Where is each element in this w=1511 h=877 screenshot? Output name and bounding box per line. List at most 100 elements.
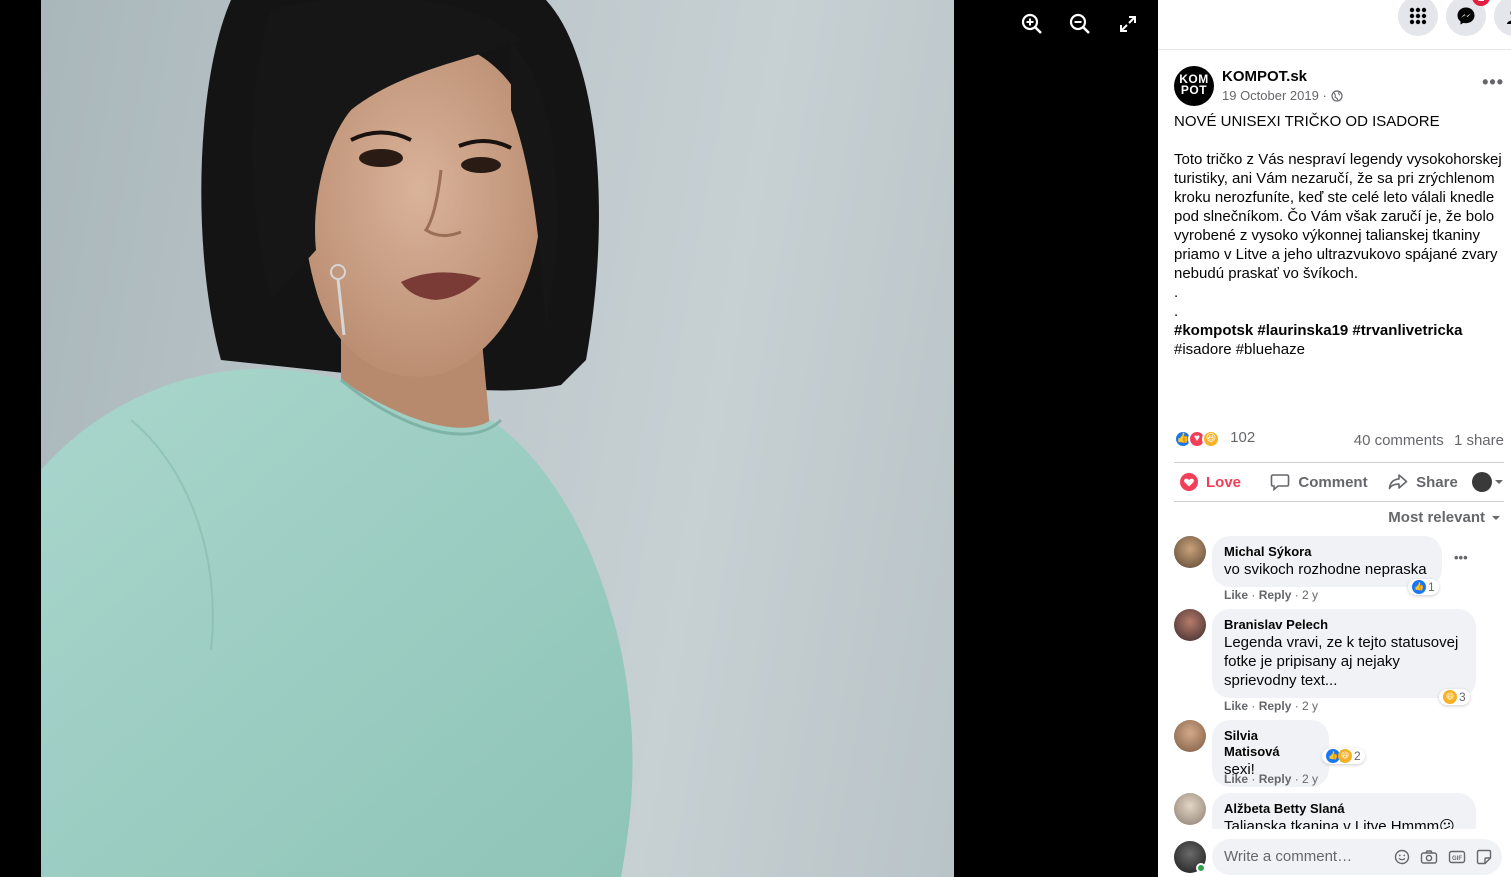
comment-time[interactable]: 2 y (1302, 588, 1318, 602)
comment-input[interactable]: Write a comment… GIF (1212, 839, 1502, 875)
comment-bubble: Alžbeta Betty Slaná Talianska tkanina v … (1212, 793, 1476, 829)
commenter-avatar[interactable] (1174, 609, 1206, 641)
reaction-icons[interactable]: 👍 ♥ 😆 (1174, 430, 1220, 448)
comment-item: Alžbeta Betty Slaná Talianska tkanina v … (1174, 793, 1504, 829)
zoom-out-button[interactable] (1066, 10, 1094, 38)
zoom-in-icon (1021, 13, 1042, 34)
comment-reaction-count: 3 (1459, 690, 1466, 704)
post-action-bar: Love Comment Share (1174, 462, 1504, 502)
comment-reaction-count: 1 (1428, 580, 1435, 594)
page-name[interactable]: KOMPOT.sk (1222, 68, 1307, 85)
zoom-out-icon (1069, 13, 1090, 34)
post-dot: . (1174, 284, 1179, 301)
comment-composer: Write a comment… GIF (1158, 829, 1511, 877)
comment-options-icon[interactable]: ••• (1454, 550, 1468, 565)
commenter-avatar[interactable] (1174, 536, 1206, 568)
heart-icon (1180, 473, 1198, 491)
comment-author[interactable]: Alžbeta Betty Slaná (1224, 801, 1464, 817)
online-status-icon (1196, 863, 1206, 873)
emoji-icon[interactable] (1394, 849, 1410, 865)
share-icon (1388, 474, 1408, 490)
comment-text: Talianska tkanina v Litve Hmmm😕 (1224, 818, 1455, 829)
composer-tools: GIF (1394, 839, 1492, 875)
commenter-avatar[interactable] (1174, 793, 1206, 825)
post-side-panel: 1 KOMPOT KOMPOT.sk 19 October 2019 · •••… (1158, 0, 1511, 877)
comment-author[interactable]: Silvia Matisová (1224, 728, 1317, 760)
comment-sort-dropdown[interactable]: Most relevant (1388, 509, 1501, 526)
post-text: NOVÉ UNISEXI TRIČKO OD ISADORE Toto tričk… (1174, 112, 1504, 359)
comment-author[interactable]: Branislav Pelech (1224, 617, 1464, 633)
comment-bubble: Branislav Pelech Legenda vravi, ze k tej… (1212, 609, 1476, 698)
comment-author[interactable]: Michal Sýkora (1224, 544, 1430, 560)
user-avatar (1472, 472, 1492, 492)
comment-like-link[interactable]: Like (1224, 699, 1248, 713)
reaction-count[interactable]: 102 (1230, 429, 1255, 446)
comment-bubble: Michal Sýkora vo svikoch rozhodne nepras… (1212, 536, 1442, 587)
chevron-down-icon (1492, 515, 1500, 520)
engagement-counts: 40 comments 1 share (1354, 432, 1504, 449)
post-header: KOM POT KOMPOT.sk 19 October 2019 · ••• (1174, 66, 1504, 110)
reactions-summary: 👍 ♥ 😆 102 40 comments 1 share (1174, 428, 1504, 452)
comment-label: Comment (1298, 473, 1368, 491)
messenger-icon (1457, 7, 1475, 25)
more-options-icon[interactable]: ••• (1482, 72, 1504, 93)
comment-button[interactable]: Comment (1260, 473, 1378, 491)
post-date: 19 October 2019 · (1222, 88, 1343, 103)
comment-item: Silvia Matisová sexi! 👍 😆 2 Like · Reply… (1174, 720, 1504, 790)
svg-text:GIF: GIF (1452, 856, 1462, 862)
comment-like-link[interactable]: Like (1224, 772, 1248, 786)
top-bar: 1 (1158, 0, 1511, 50)
post-hashtags[interactable]: #isadore #bluehaze (1174, 340, 1504, 359)
commenter-avatar[interactable] (1174, 720, 1206, 752)
gif-icon[interactable]: GIF (1448, 849, 1466, 865)
comment-item: Michal Sýkora vo svikoch rozhodne nepras… (1174, 536, 1504, 606)
post-date-text[interactable]: 19 October 2019 · (1222, 88, 1327, 103)
love-label: Love (1206, 473, 1242, 491)
comment-reactions[interactable]: 👍 😆 2 (1322, 748, 1365, 764)
share-label: Share (1416, 473, 1458, 491)
comment-reaction-count: 2 (1354, 749, 1361, 763)
messenger-button[interactable]: 1 (1446, 0, 1490, 36)
post-hashtags-bold[interactable]: #kompotsk #laurinska19 #trvanlivetricka (1174, 321, 1504, 340)
sort-label: Most relevant (1388, 509, 1485, 526)
comments-count[interactable]: 40 comments (1354, 432, 1444, 449)
account-button[interactable] (1494, 0, 1511, 36)
photo-viewer (0, 0, 1158, 877)
expand-icon (1120, 16, 1136, 32)
sticker-icon[interactable] (1476, 849, 1492, 865)
comment-icon (1271, 474, 1290, 491)
post-photo[interactable] (41, 0, 954, 877)
comment-meta: Like · Reply · 2 y (1224, 772, 1319, 786)
menu-grid-icon (1409, 7, 1427, 25)
camera-icon[interactable] (1420, 849, 1438, 865)
comment-time[interactable]: 2 y (1302, 772, 1318, 786)
like-reaction-icon: 👍 (1412, 580, 1426, 594)
page-avatar[interactable]: KOM POT (1174, 66, 1214, 106)
comment-reactions[interactable]: 😆 3 (1439, 689, 1470, 705)
post-dot: . (1174, 303, 1179, 320)
share-button[interactable]: Share (1378, 473, 1468, 491)
comment-reply-link[interactable]: Reply (1259, 588, 1292, 602)
comment-input-placeholder: Write a comment… (1224, 848, 1353, 865)
fullscreen-button[interactable] (1114, 10, 1142, 38)
comment-time[interactable]: 2 y (1302, 699, 1318, 713)
account-icon (1507, 11, 1511, 24)
comment-item: Branislav Pelech Legenda vravi, ze k tej… (1174, 609, 1504, 719)
comment-text: vo svikoch rozhodne nepraska (1224, 561, 1427, 578)
shares-count[interactable]: 1 share (1454, 432, 1504, 449)
haha-reaction-icon: 😆 (1338, 749, 1352, 763)
comment-meta: Like · Reply · 2 y (1224, 588, 1319, 602)
comment-reactions[interactable]: 👍 1 (1408, 579, 1439, 595)
haha-reaction-icon: 😆 (1443, 690, 1457, 704)
reaction-identity-selector[interactable] (1472, 472, 1504, 492)
comment-reply-link[interactable]: Reply (1259, 772, 1292, 786)
comment-reply-link[interactable]: Reply (1259, 699, 1292, 713)
post-body: Toto tričko z Vás nespraví legendy vysok… (1174, 151, 1506, 282)
haha-reaction-icon: 😆 (1202, 430, 1220, 448)
love-button[interactable]: Love (1174, 473, 1260, 491)
photo-illustration (41, 0, 633, 877)
menu-button[interactable] (1398, 0, 1438, 36)
zoom-in-button[interactable] (1018, 10, 1046, 38)
chevron-down-icon (1495, 480, 1503, 484)
comment-like-link[interactable]: Like (1224, 588, 1248, 602)
